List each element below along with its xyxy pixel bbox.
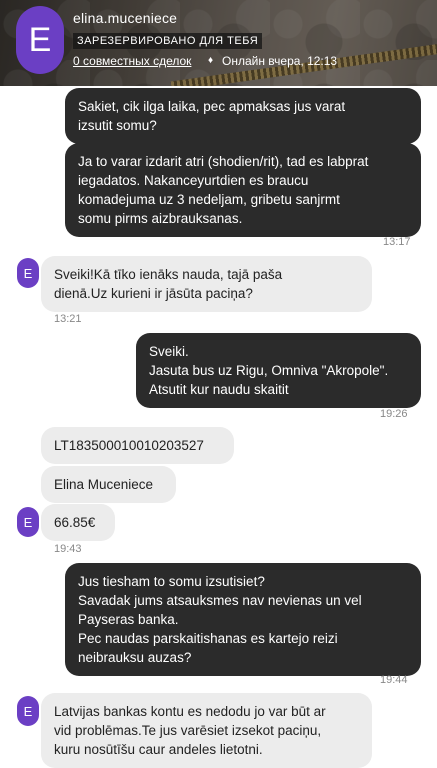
message-text: izsutit somu? xyxy=(78,118,157,133)
message-bubble-incoming[interactable]: Sveiki!Kā tīko ienāks nauda, tajā paša d… xyxy=(41,256,372,312)
message-timestamp: 19:43 xyxy=(54,543,82,555)
contact-name[interactable]: elina.muceniece xyxy=(73,10,177,26)
message-bubble-incoming[interactable]: 66.85€ xyxy=(41,504,115,541)
message-text: Savadak jums atsauksmes nav nevienas un … xyxy=(78,593,362,608)
sender-avatar[interactable]: E xyxy=(17,507,39,537)
joint-deals-link[interactable]: 0 совместных сделок xyxy=(73,54,191,68)
message-text: somu pirms aizbrauksanas. xyxy=(78,211,243,226)
avatar[interactable]: E xyxy=(16,6,64,74)
message-text: kuru nosūtīšu caur andeles lietotni. xyxy=(54,742,263,757)
sender-avatar[interactable]: E xyxy=(17,696,39,726)
message-text: dienā.Uz kurieni ir jāsūta paciņa? xyxy=(54,286,253,301)
reserved-badge: ЗАРЕЗЕРВИРОВАНО ДЛЯ ТЕБЯ xyxy=(73,33,263,49)
message-text: neibrauksu auzas? xyxy=(78,650,192,665)
message-text: Elina Muceniece xyxy=(54,477,154,492)
sender-avatar[interactable]: E xyxy=(17,258,39,288)
message-bubble-incoming[interactable]: Latvijas bankas kontu es nedodu jo var b… xyxy=(41,693,372,768)
message-text: Payseras banka. xyxy=(78,612,179,627)
message-bubble-outgoing[interactable]: Sakiet, cik ilga laika, pec apmaksas jus… xyxy=(65,88,421,144)
message-timestamp: 13:21 xyxy=(54,313,82,325)
message-text: Latvijas bankas kontu es nedodu jo var b… xyxy=(54,704,326,719)
message-text: Sakiet, cik ilga laika, pec apmaksas jus… xyxy=(78,99,346,114)
message-timestamp: 19:26 xyxy=(380,408,408,420)
message-text: Pec naudas parskaitishanas es kartejo re… xyxy=(78,631,338,646)
online-status: Онлайн вчера, 12:13 xyxy=(222,54,338,68)
message-text: Jus tiesham to somu izsutisiet? xyxy=(78,574,265,589)
message-bubble-incoming[interactable]: Elina Muceniece xyxy=(41,466,176,503)
diamond-separator-icon: ♦ xyxy=(208,55,214,66)
chat-header: E elina.muceniece ЗАРЕЗЕРВИРОВАНО ДЛЯ ТЕ… xyxy=(0,0,437,86)
message-text: Sveiki. xyxy=(149,344,189,359)
message-text: vid problēmas.Te jus varēsiet izsekot pa… xyxy=(54,723,322,738)
message-text: 66.85€ xyxy=(54,515,96,530)
message-text: Jasuta bus uz Rigu, Omniva "Akropole". xyxy=(149,363,389,378)
message-timestamp: 19:44 xyxy=(380,674,408,686)
message-bubble-incoming[interactable]: LT183500010010203527 xyxy=(41,427,234,464)
message-text: LT183500010010203527 xyxy=(54,438,204,453)
message-bubble-outgoing[interactable]: Jus tiesham to somu izsutisiet? Savadak … xyxy=(65,563,421,676)
message-text: iegadatos. Nakanceyurtdien es braucu xyxy=(78,173,309,188)
message-timestamp: 13:17 xyxy=(383,236,411,248)
message-text: Ja to varar izdarit atri (shodien/rit), … xyxy=(78,154,369,169)
message-bubble-outgoing[interactable]: Sveiki. Jasuta bus uz Rigu, Omniva "Akro… xyxy=(136,333,421,408)
message-text: Sveiki!Kā tīko ienāks nauda, tajā paša xyxy=(54,267,283,282)
message-text: komadejuma uz 3 nedeljam, gribetu sanjrm… xyxy=(78,192,340,207)
message-bubble-outgoing[interactable]: Ja to varar izdarit atri (shodien/rit), … xyxy=(65,143,421,237)
message-text: Atsutit kur naudu skaitit xyxy=(149,382,289,397)
